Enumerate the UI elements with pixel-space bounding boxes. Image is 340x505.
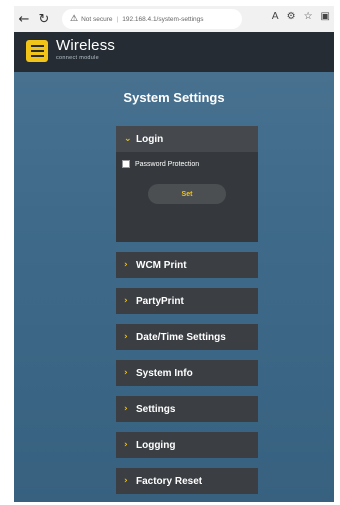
section-logging[interactable]: › Logging <box>116 432 258 458</box>
login-section-header[interactable]: ⌄ Login <box>116 126 258 152</box>
extensions-icon[interactable]: ⚙ <box>287 11 296 22</box>
password-protection-label: Password Protection <box>135 160 200 168</box>
section-wcm-print[interactable]: › WCM Print <box>116 252 258 278</box>
back-arrow-icon[interactable]: ← <box>14 12 34 27</box>
set-button[interactable]: Set <box>148 184 226 204</box>
section-label: System Info <box>136 367 193 379</box>
brand-tagline: connect module <box>56 55 100 61</box>
url-text: 192.168.4.1/system-settings <box>122 15 204 23</box>
password-protection-checkbox[interactable] <box>122 160 130 168</box>
security-status: Not secure <box>81 15 113 23</box>
warning-icon: ⚠ <box>70 14 79 24</box>
section-factory-reset[interactable]: › Factory Reset <box>116 468 258 494</box>
login-panel: ⌄ Login Password Protection Set <box>116 126 258 242</box>
browser-toolbar: ← ↻ ⚠ Not secure | 192.168.4.1/system-se… <box>14 6 334 32</box>
section-label: Date/Time Settings <box>136 331 226 343</box>
chevron-right-icon: › <box>124 332 128 342</box>
brand-logo: Wireless connect module <box>56 37 115 61</box>
section-header[interactable]: › PartyPrint <box>116 288 258 314</box>
section-label: WCM Print <box>136 259 187 271</box>
section-settings[interactable]: › Settings <box>116 396 258 422</box>
section-header[interactable]: › Date/Time Settings <box>116 324 258 350</box>
section-label: Factory Reset <box>136 475 203 487</box>
section-header[interactable]: › Logging <box>116 432 258 458</box>
section-label: Logging <box>136 439 176 451</box>
section-date-time-settings[interactable]: › Date/Time Settings <box>116 324 258 350</box>
section-label: Login <box>136 133 164 145</box>
section-label: Settings <box>136 403 176 415</box>
browser-window: ← ↻ ⚠ Not secure | 192.168.4.1/system-se… <box>14 6 334 502</box>
login-body: Password Protection Set <box>116 152 258 212</box>
app-container: Wireless connect module System Settings … <box>14 32 334 502</box>
section-partyprint[interactable]: › PartyPrint <box>116 288 258 314</box>
read-aloud-icon[interactable]: A <box>272 11 279 22</box>
section-system-info[interactable]: › System Info <box>116 360 258 386</box>
chevron-right-icon: › <box>124 260 128 270</box>
chevron-right-icon: › <box>124 404 128 414</box>
menu-bar-line <box>30 55 44 57</box>
brand-name: Wireless <box>56 37 116 54</box>
menu-bar-line <box>30 45 44 47</box>
section-header[interactable]: › Factory Reset <box>116 468 258 494</box>
chevron-right-icon: › <box>124 476 128 486</box>
section-label: PartyPrint <box>136 295 184 307</box>
browser-actions: A ⚙ ☆ ▣ <box>272 11 330 22</box>
chevron-right-icon: › <box>124 296 128 306</box>
password-protection-row: Password Protection <box>122 160 252 168</box>
section-header[interactable]: › System Info <box>116 360 258 386</box>
section-header[interactable]: › WCM Print <box>116 252 258 278</box>
refresh-icon[interactable]: ↻ <box>34 12 54 27</box>
app-header: Wireless connect module <box>14 32 334 72</box>
chevron-right-icon: › <box>124 440 128 450</box>
menu-button[interactable] <box>26 40 48 62</box>
address-separator: | <box>116 15 119 23</box>
collections-icon[interactable]: ▣ <box>321 11 330 22</box>
chevron-right-icon: › <box>124 368 128 378</box>
menu-bar-line <box>30 50 44 52</box>
section-header[interactable]: › Settings <box>116 396 258 422</box>
chevron-down-icon: ⌄ <box>124 134 132 144</box>
address-bar[interactable]: ⚠ Not secure | 192.168.4.1/system-settin… <box>62 9 242 29</box>
favorites-icon[interactable]: ☆ <box>304 11 313 22</box>
page-title: System Settings <box>123 90 225 105</box>
